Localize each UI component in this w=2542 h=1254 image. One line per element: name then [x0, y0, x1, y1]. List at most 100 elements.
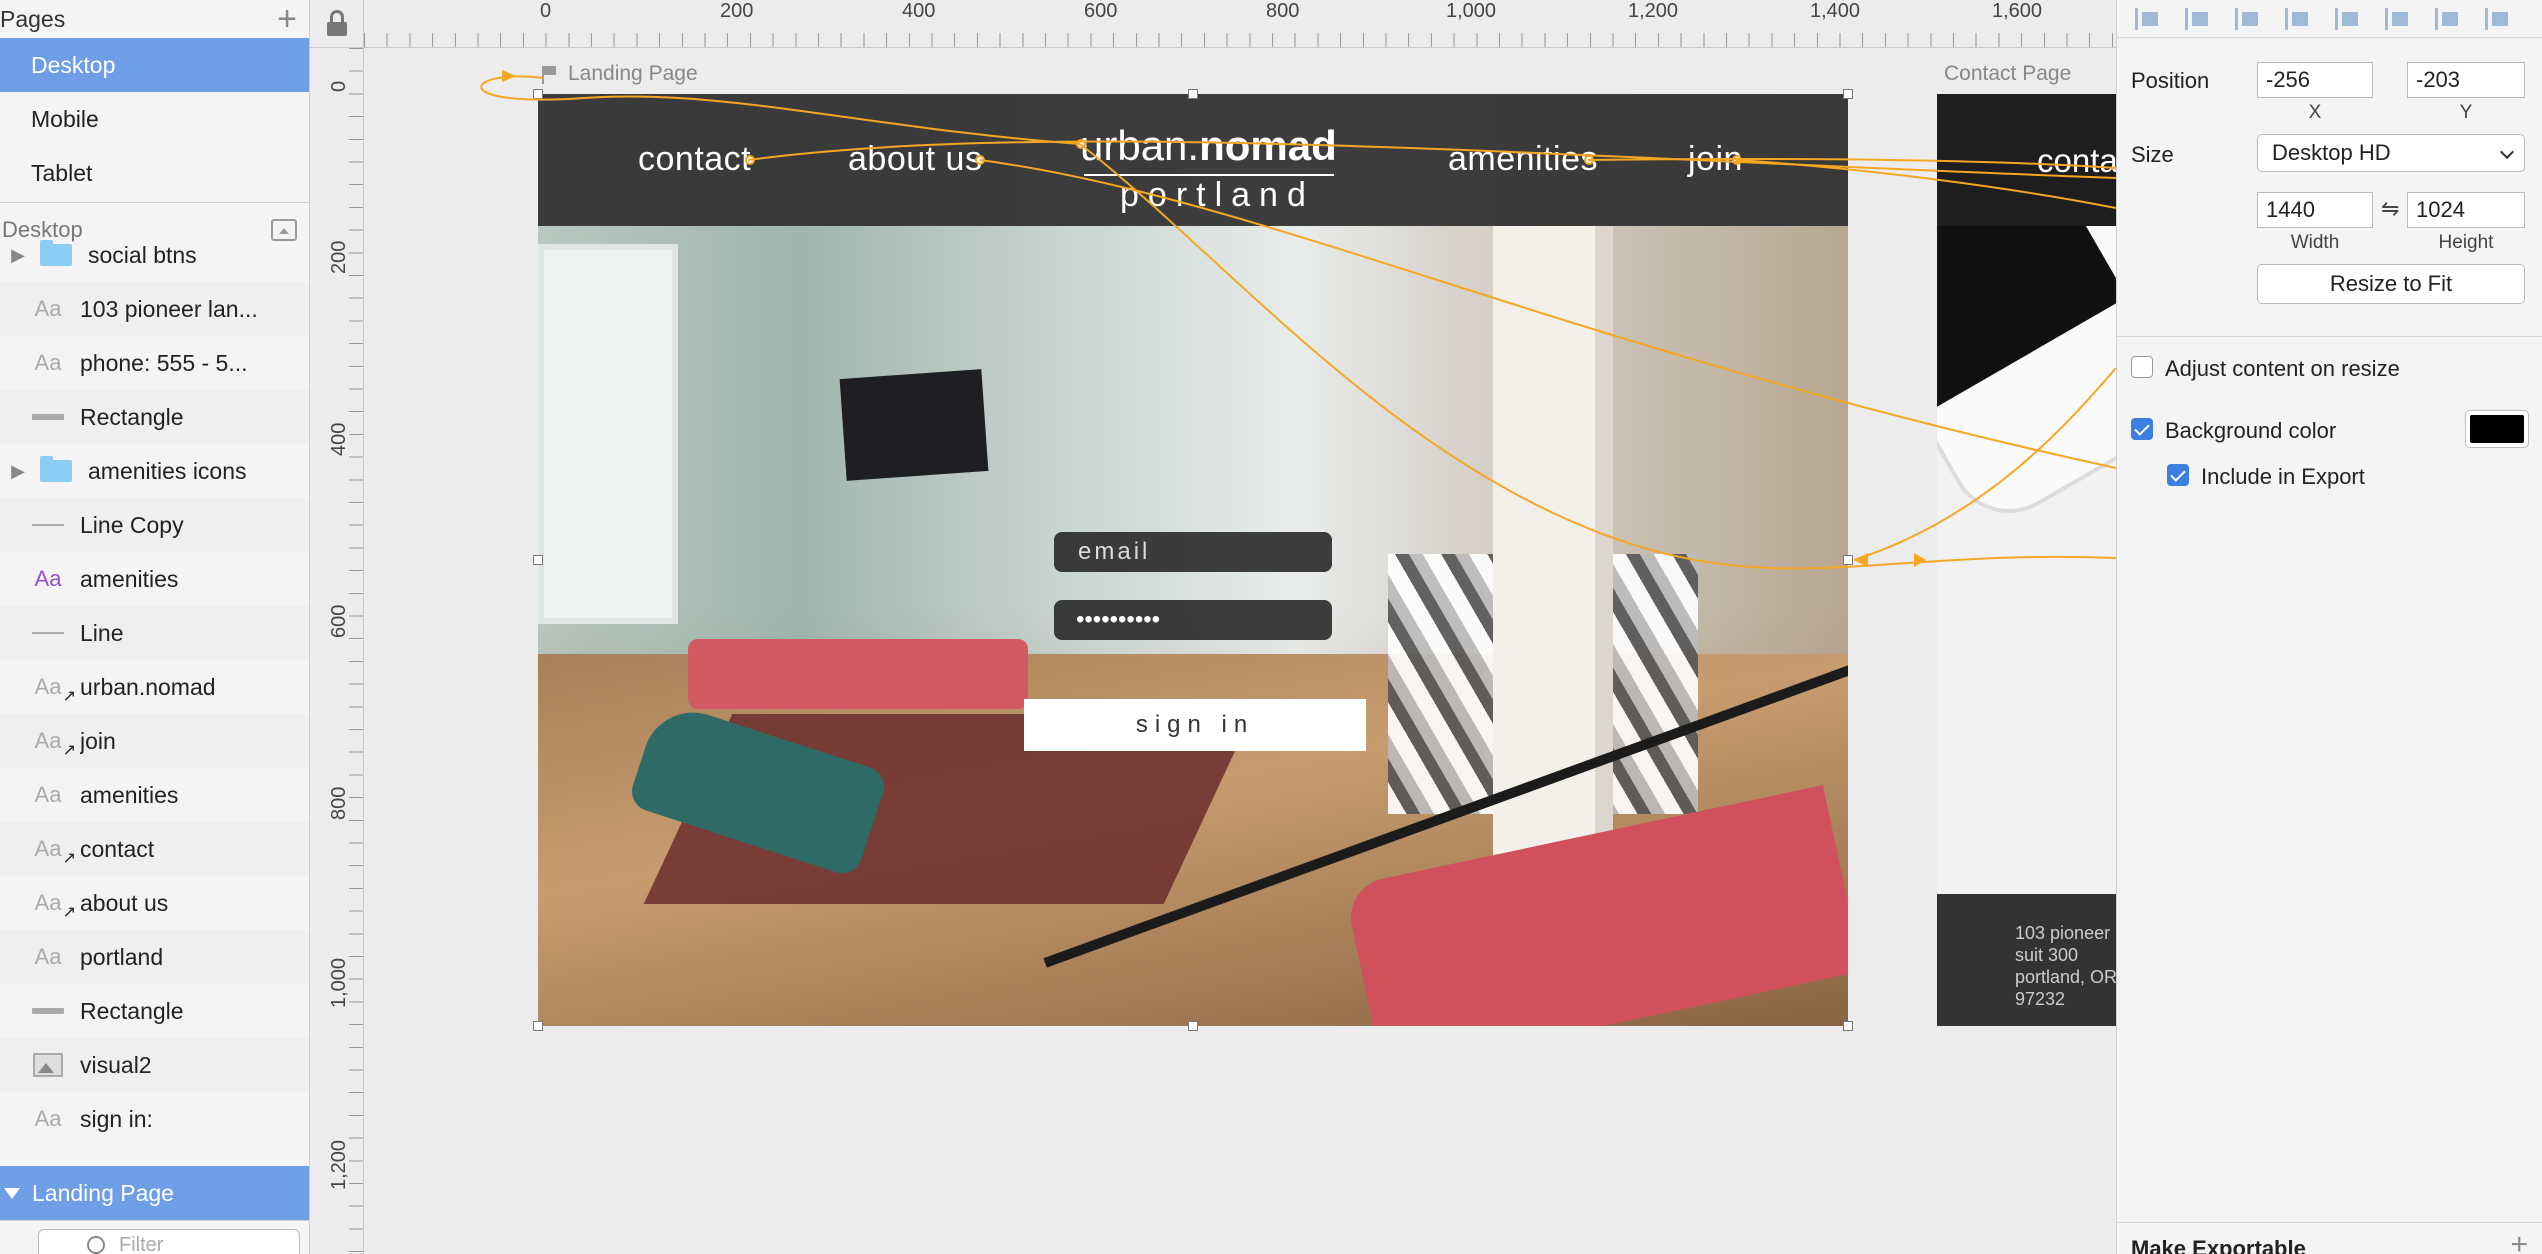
disclosure-triangle-icon[interactable]: ▶ — [0, 461, 36, 482]
selection-handle[interactable] — [1843, 1021, 1853, 1031]
selection-handle[interactable] — [533, 89, 543, 99]
nav-link-contact[interactable]: conta — [2037, 142, 2116, 180]
layer-row[interactable]: Rectangle — [0, 390, 309, 444]
artboard-title-text: Contact Page — [1944, 62, 2072, 85]
align-center-icon[interactable] — [2283, 6, 2313, 32]
artboard-landing-page[interactable]: contact about us urban.nomad portland am… — [538, 94, 1848, 1026]
page-item-desktop[interactable]: Desktop — [0, 38, 309, 92]
size-preset-select[interactable]: Desktop HD — [2257, 134, 2525, 172]
layer-row[interactable]: Rectangle — [0, 984, 309, 1038]
position-x-input[interactable]: -256 — [2257, 62, 2373, 98]
height-input[interactable]: 1024 — [2407, 192, 2525, 228]
email-field[interactable]: email — [1054, 532, 1332, 572]
adjust-content-checkbox[interactable] — [2131, 356, 2153, 378]
layer-row[interactable]: Aa ↗ about us — [0, 876, 309, 930]
photo-sofa — [688, 639, 1028, 709]
size-preset-value: Desktop HD — [2272, 140, 2391, 165]
layers-panel: Pages + Desktop Mobile Tablet Desktop ▶ … — [0, 0, 310, 1254]
hotspot-dot[interactable] — [1732, 155, 1742, 165]
layer-row[interactable]: Line — [0, 606, 309, 660]
align-left-icon[interactable] — [2233, 6, 2263, 32]
layer-row[interactable]: Aa ↗ contact — [0, 822, 309, 876]
color-fill — [2470, 415, 2524, 443]
layer-row[interactable]: Aa 103 pioneer lan... — [0, 282, 309, 336]
artboard-row-landing-page[interactable]: Landing Page — [0, 1166, 309, 1220]
address-line: 103 pioneer — [2015, 923, 2111, 943]
nav-link-contact[interactable]: contact — [638, 140, 751, 179]
layer-name: Line Copy — [80, 511, 184, 538]
layer-row[interactable]: Aa amenities — [0, 768, 309, 822]
lock-ratio-icon[interactable]: ⇋ — [2381, 196, 2399, 222]
text-layer-icon: Aa — [34, 944, 62, 969]
layer-row[interactable]: Line Copy — [0, 498, 309, 552]
nav-link-amenities[interactable]: amenities — [1448, 140, 1598, 179]
layer-row[interactable]: ▶ social btns — [0, 228, 309, 282]
selection-handle[interactable] — [1843, 555, 1853, 565]
hotspot-dot[interactable] — [975, 155, 985, 165]
sign-in-button[interactable]: sign in — [1024, 699, 1366, 751]
design-canvas[interactable]: Landing Page Contact Page contact about … — [364, 48, 2116, 1254]
artboard-title-landing[interactable]: Landing Page — [542, 62, 698, 86]
artboard-title-contact[interactable]: Contact Page — [1944, 62, 2071, 86]
selection-handle[interactable] — [1188, 1021, 1198, 1031]
selection-handle[interactable] — [1843, 89, 1853, 99]
background-color-checkbox[interactable] — [2131, 418, 2153, 440]
resize-to-fit-button[interactable]: Resize to Fit — [2257, 264, 2525, 304]
layer-row[interactable]: Aa portland — [0, 930, 309, 984]
layer-row[interactable]: ▶ amenities icons — [0, 444, 309, 498]
align-bottom-icon[interactable] — [2483, 6, 2513, 32]
background-color-swatch[interactable] — [2465, 410, 2529, 448]
include-in-export-checkbox[interactable] — [2167, 464, 2189, 486]
hotspot-dot[interactable] — [1584, 155, 1594, 165]
disclosure-triangle-icon[interactable]: ▶ — [0, 245, 36, 266]
add-page-icon[interactable]: + — [277, 2, 297, 36]
chevron-down-icon — [2499, 144, 2515, 160]
layer-name: Rectangle — [80, 403, 184, 430]
selection-handle[interactable] — [1188, 89, 1198, 99]
selection-handle[interactable] — [533, 1021, 543, 1031]
layer-row[interactable]: Aa ↗ join — [0, 714, 309, 768]
link-arrow-icon: ↗ — [62, 850, 76, 867]
layer-name: contact — [80, 835, 155, 862]
address-block: 103 pioneer suit 300 portland, OR 97232 — [2015, 922, 2116, 1010]
alignment-toolbar — [2117, 0, 2542, 38]
align-right-icon[interactable] — [2333, 6, 2363, 32]
ruler-label: 1,600 — [1992, 0, 2043, 22]
hotspot-dot[interactable] — [745, 155, 755, 165]
lock-icon[interactable] — [327, 10, 347, 36]
text-layer-icon: Aa — [34, 1106, 62, 1131]
horizontal-ruler[interactable]: 0 200 400 600 800 1,000 1,200 1,400 1,60… — [364, 0, 2116, 48]
vertical-ruler[interactable]: 0 200 400 600 800 1,000 1,200 — [310, 48, 364, 1254]
distribute-vertical-icon[interactable] — [2183, 6, 2213, 32]
rectangle-layer-icon — [32, 1008, 64, 1014]
ruler-label: 200 — [720, 0, 754, 22]
disclosure-open-icon[interactable] — [4, 1187, 20, 1199]
page-item-mobile[interactable]: Mobile — [0, 92, 309, 146]
align-top-icon[interactable] — [2383, 6, 2413, 32]
selection-handle[interactable] — [533, 555, 543, 565]
layer-name: portland — [80, 943, 164, 970]
height-caption: Height — [2438, 232, 2494, 253]
position-y-input[interactable]: -203 — [2407, 62, 2525, 98]
layer-row[interactable]: Aa amenities — [0, 552, 309, 606]
layer-row[interactable]: Aa phone: 555 - 5... — [0, 336, 309, 390]
password-field[interactable]: •••••••••• — [1054, 600, 1332, 640]
layer-row[interactable]: Aa ↗ urban.nomad — [0, 660, 309, 714]
page-item-tablet[interactable]: Tablet — [0, 146, 309, 200]
nav-link-about-us[interactable]: about us — [848, 140, 982, 179]
add-export-icon[interactable]: + — [2510, 1228, 2528, 1254]
align-middle-icon[interactable] — [2433, 6, 2463, 32]
filter-input[interactable]: Filter — [38, 1229, 300, 1254]
text-hotspot-layer-icon: Aa — [34, 674, 62, 699]
artboard-contact-page[interactable]: conta 103 pioneer suit 300 portland, OR … — [1937, 94, 2116, 1026]
distribute-horizontal-icon[interactable] — [2133, 6, 2163, 32]
layer-row[interactable]: visual2 — [0, 1038, 309, 1092]
address-line: suit 300 — [2015, 945, 2079, 965]
make-exportable-label[interactable]: Make Exportable — [2131, 1236, 2306, 1254]
logo[interactable]: urban.nomad — [1080, 122, 1337, 170]
hotspot-dot[interactable] — [1076, 139, 1086, 149]
text-layer-icon: Aa — [34, 782, 62, 807]
layer-row[interactable]: Aa sign in: — [0, 1092, 309, 1146]
ruler-label: 1,400 — [1810, 0, 1861, 22]
width-input[interactable]: 1440 — [2257, 192, 2373, 228]
